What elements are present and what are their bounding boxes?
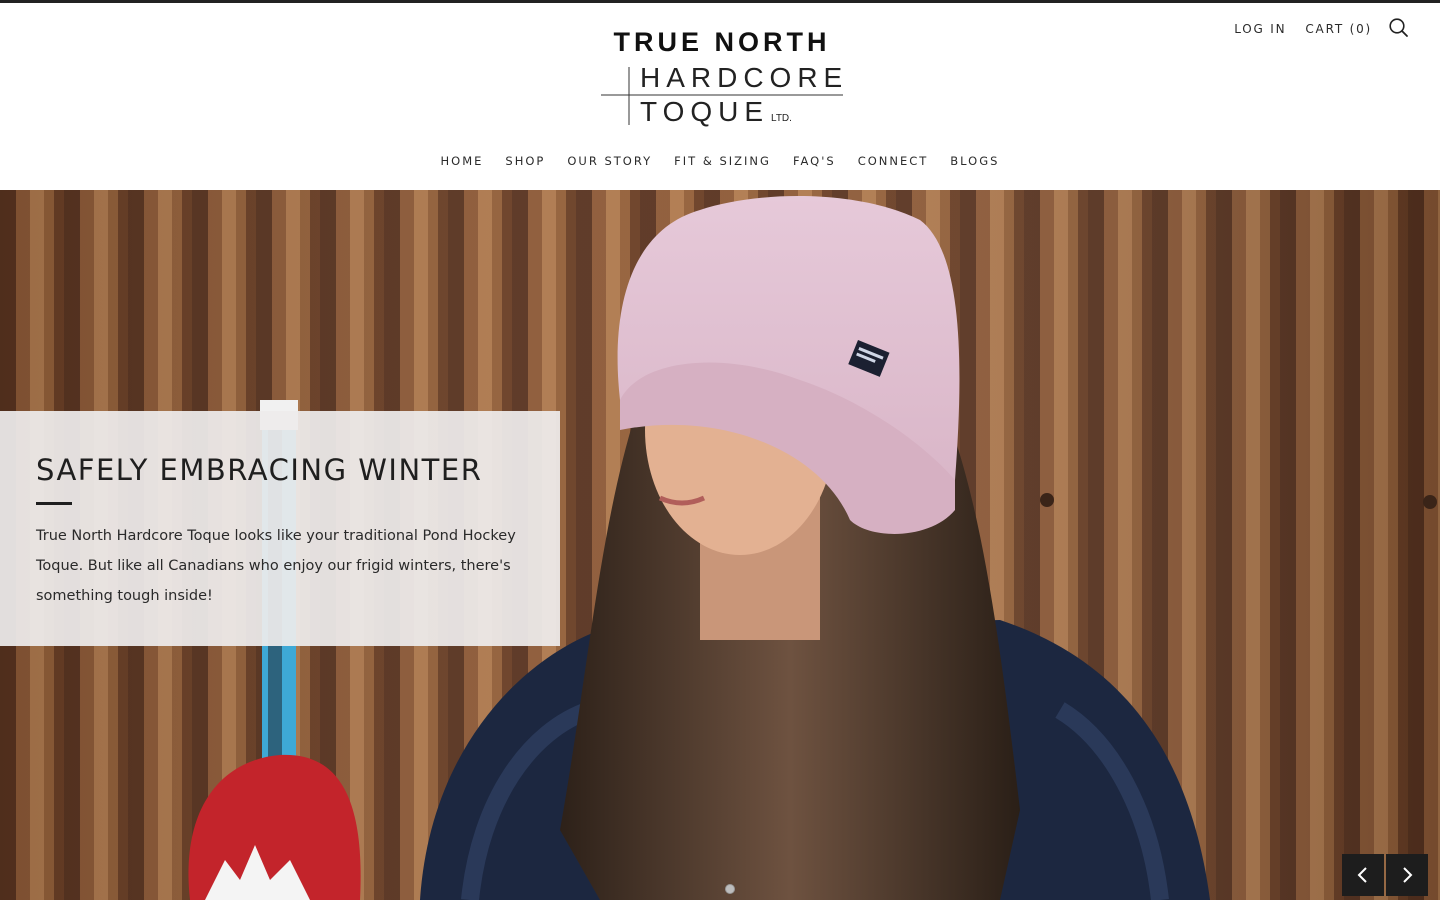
nav-item-our-story[interactable]: OUR STORY (567, 154, 652, 168)
slide-dot-1[interactable] (725, 884, 735, 894)
cart-link[interactable]: CART 0 (1305, 22, 1372, 36)
next-slide-button[interactable] (1386, 854, 1428, 896)
hero-caption-card: SAFELY EMBRACING WINTER True North Hardc… (0, 411, 560, 646)
logo-line-3: TOQUE (640, 96, 769, 127)
previous-slide-button[interactable] (1342, 854, 1384, 896)
main-navigation: HOME SHOP OUR STORY FIT & SIZING FAQ'S C… (0, 154, 1440, 168)
hero-slideshow: SAFELY EMBRACING WINTER True North Hardc… (0, 190, 1440, 900)
logo-mark: TRUE NORTH HARDCORE TOQUE LTD. (601, 29, 844, 127)
nav-item-faqs[interactable]: FAQ'S (793, 154, 836, 168)
search-icon (1389, 18, 1408, 37)
nav-item-fit-sizing[interactable]: FIT & SIZING (674, 154, 771, 168)
search-button[interactable] (1388, 17, 1410, 39)
hero-title: SAFELY EMBRACING WINTER (36, 453, 483, 487)
nav-item-blogs[interactable]: BLOGS (950, 154, 999, 168)
site-header: TRUE NORTH HARDCORE TOQUE LTD. LOG IN CA… (0, 3, 1440, 190)
cart-label: CART (1305, 22, 1344, 36)
chevron-right-icon (1403, 867, 1413, 883)
logo-suffix: LTD. (771, 113, 792, 124)
logo-line-1: TRUE NORTH (614, 29, 831, 57)
cart-count: 0 (1350, 22, 1372, 36)
logo-line-2: HARDCORE (640, 62, 844, 93)
nav-item-home[interactable]: HOME (441, 154, 484, 168)
nav-item-shop[interactable]: SHOP (505, 154, 545, 168)
account-links: LOG IN CART 0 (1234, 22, 1372, 36)
nav-item-connect[interactable]: CONNECT (858, 154, 929, 168)
slider-controls (1342, 854, 1428, 896)
hero-divider (36, 502, 72, 505)
hero-description: True North Hardcore Toque looks like you… (36, 528, 516, 604)
chevron-left-icon (1357, 867, 1367, 883)
brand-logo[interactable]: TRUE NORTH HARDCORE TOQUE LTD. (600, 29, 844, 129)
login-link[interactable]: LOG IN (1234, 22, 1286, 36)
